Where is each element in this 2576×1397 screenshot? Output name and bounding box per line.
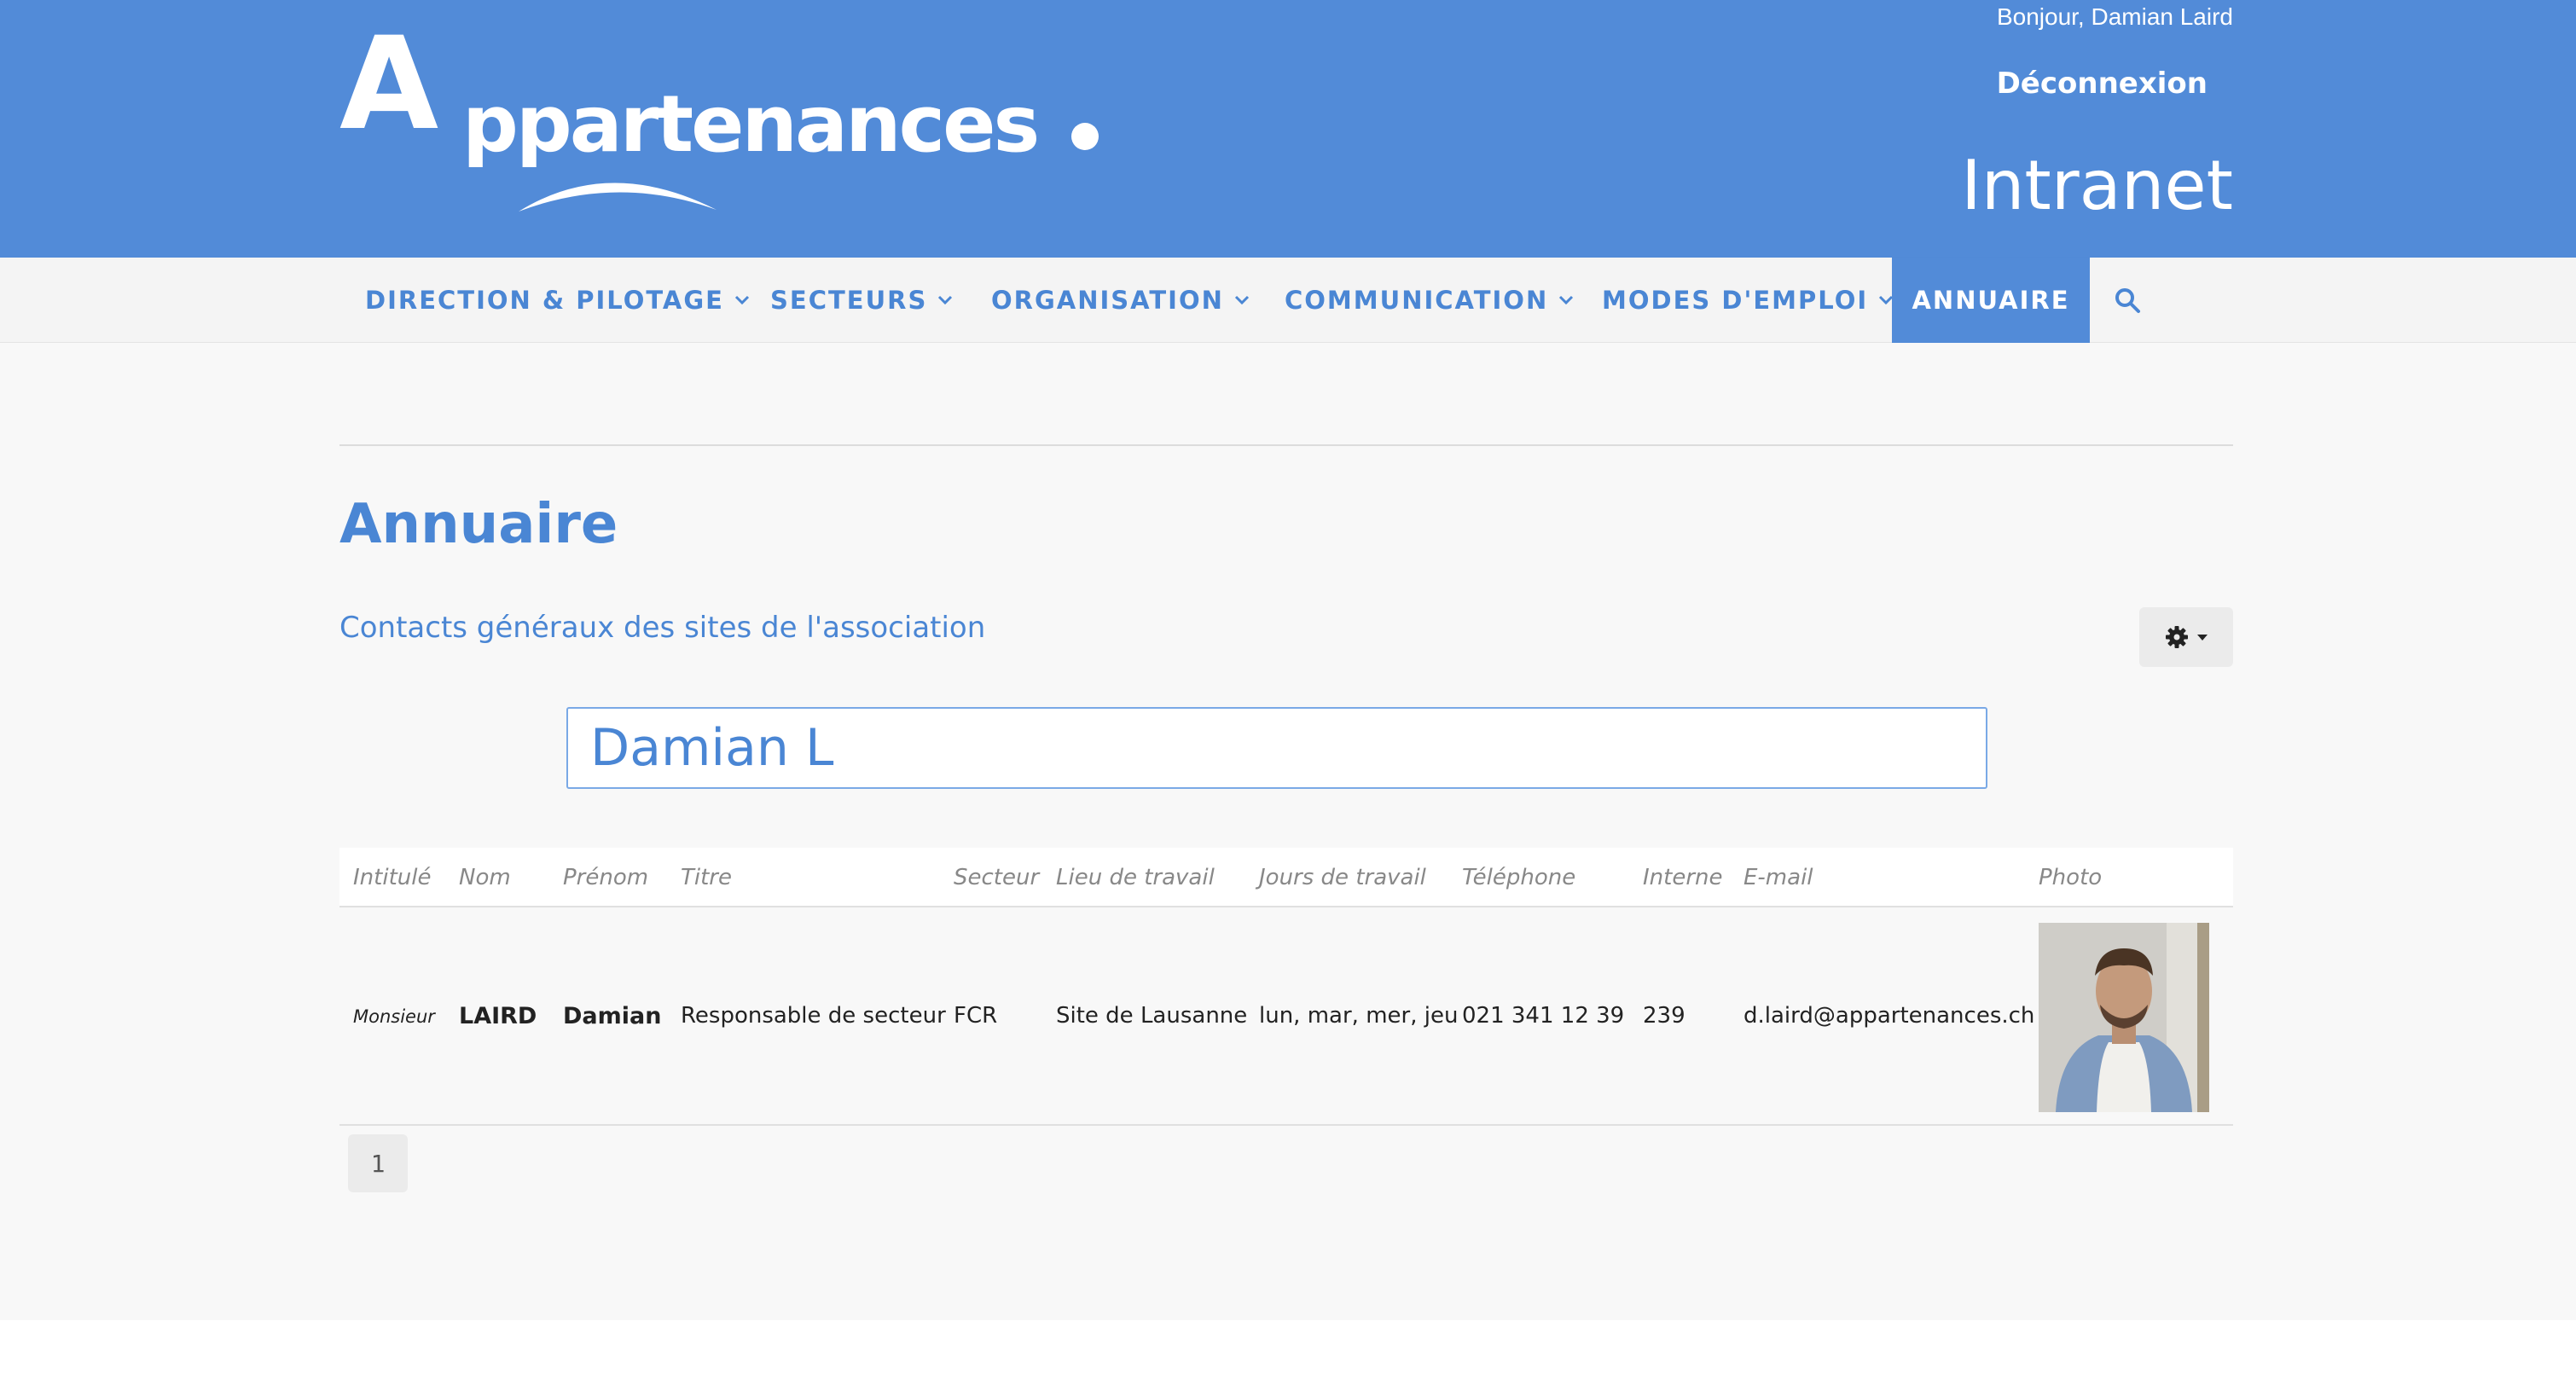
- cell-titre: Responsable de secteur: [681, 1003, 946, 1029]
- page-title: Annuaire: [339, 493, 618, 556]
- logo-dot: [1071, 123, 1099, 150]
- nav-item-label: MODES D'EMPLOI: [1602, 286, 1869, 315]
- site-title: Intranet: [1961, 146, 2233, 225]
- logout-link[interactable]: Déconnexion: [1997, 67, 2208, 101]
- column-header[interactable]: Interne: [1643, 865, 1723, 890]
- column-header: Photo: [2039, 865, 2103, 890]
- nav-item-organisation[interactable]: ORGANISATION: [991, 258, 1250, 343]
- column-header[interactable]: Téléphone: [1462, 865, 1575, 890]
- column-header[interactable]: Secteur: [954, 865, 1039, 890]
- column-header[interactable]: Intitulé: [353, 865, 431, 890]
- chevron-down-icon: [734, 295, 750, 305]
- cell-telephone[interactable]: 021 341 12 39: [1462, 1003, 1624, 1029]
- caret-down-icon: [2197, 635, 2208, 641]
- nav-item-direction-pilotage[interactable]: DIRECTION & PILOTAGE: [365, 258, 750, 343]
- content-divider: [339, 444, 2233, 446]
- user-greeting: Bonjour, Damian Laird: [1996, 3, 2233, 30]
- cell-lieu: Site de Lausanne: [1056, 1003, 1248, 1029]
- main-nav: DIRECTION & PILOTAGE SECTEURS ORGANISATI…: [0, 258, 2576, 343]
- table-header: Intitulé Nom Prénom Titre Secteur Lieu d…: [339, 848, 2233, 907]
- column-header[interactable]: Nom: [459, 865, 511, 890]
- nav-item-modes-emploi[interactable]: MODES D'EMPLOI: [1602, 258, 1894, 343]
- cell-prenom: Damian: [563, 1003, 662, 1029]
- chevron-down-icon: [938, 295, 953, 305]
- settings-dropdown-button[interactable]: [2139, 607, 2233, 667]
- cell-intitule: Monsieur: [353, 1006, 435, 1027]
- nav-item-annuaire[interactable]: ANNUAIRE: [1892, 258, 2090, 343]
- site-header: A ppartenances Bonjour, Damian Laird Déc…: [0, 0, 2576, 258]
- column-header[interactable]: Lieu de travail: [1056, 865, 1215, 890]
- nav-item-label: ANNUAIRE: [1912, 286, 2070, 315]
- cell-interne: 239: [1643, 1003, 1685, 1029]
- nav-item-label: ORGANISATION: [991, 286, 1224, 315]
- table-row: Monsieur LAIRD Damian Responsable de sec…: [339, 907, 2233, 1126]
- nav-item-label: SECTEURS: [770, 286, 928, 315]
- logo-smile-arc: [519, 183, 717, 212]
- chevron-down-icon: [1234, 295, 1249, 305]
- avatar[interactable]: [2039, 923, 2209, 1112]
- gear-icon: [2166, 626, 2188, 648]
- logo-letter: A: [339, 10, 439, 159]
- page-subtitle: Contacts généraux des sites de l'associa…: [339, 611, 986, 645]
- directory-table: Intitulé Nom Prénom Titre Secteur Lieu d…: [339, 848, 2233, 1126]
- cell-nom: LAIRD: [459, 1003, 537, 1029]
- cell-email[interactable]: d.laird@appartenances.ch: [1743, 1003, 2034, 1029]
- directory-search-input[interactable]: [566, 707, 1987, 789]
- logo-word: ppartenances: [462, 78, 1040, 170]
- cell-secteur: FCR: [954, 1003, 998, 1029]
- chevron-down-icon: [1559, 295, 1574, 305]
- nav-item-label: DIRECTION & PILOTAGE: [365, 286, 724, 315]
- nav-search-button[interactable]: [2114, 287, 2141, 317]
- cell-jours: lun, mar, mer, jeu: [1259, 1003, 1459, 1029]
- column-header[interactable]: Prénom: [563, 865, 648, 890]
- nav-item-secteurs[interactable]: SECTEURS: [770, 258, 953, 343]
- search-icon: [2115, 288, 2140, 313]
- column-header[interactable]: E-mail: [1743, 865, 1813, 890]
- person-photo: [2039, 923, 2209, 1112]
- column-header[interactable]: Titre: [681, 865, 732, 890]
- pagination-page[interactable]: 1: [348, 1134, 408, 1192]
- nav-item-label: COMMUNICATION: [1285, 286, 1549, 315]
- site-logo[interactable]: A ppartenances: [339, 20, 1107, 225]
- column-header[interactable]: Jours de travail: [1259, 865, 1426, 890]
- nav-item-communication[interactable]: COMMUNICATION: [1285, 258, 1574, 343]
